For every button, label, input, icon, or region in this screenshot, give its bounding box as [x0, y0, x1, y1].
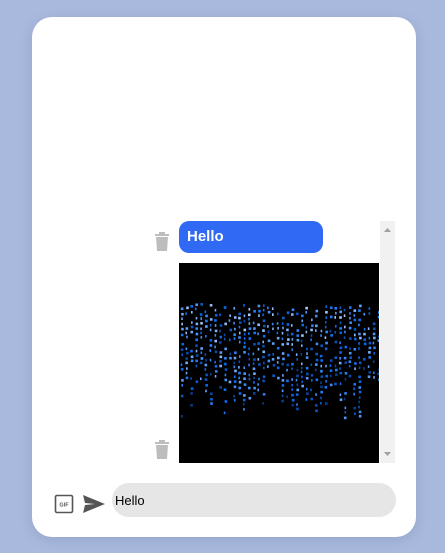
gif-image — [179, 263, 379, 463]
message-text: Hello — [187, 228, 224, 245]
message-list[interactable]: Hello — [147, 221, 396, 463]
trash-icon[interactable] — [154, 232, 170, 252]
message-row — [147, 263, 379, 463]
message-scrollbar[interactable] — [380, 221, 395, 463]
trash-icon[interactable] — [154, 440, 170, 460]
message-bubble: Hello — [179, 221, 323, 253]
gif-button[interactable]: GIF — [54, 494, 74, 514]
chat-window: Hello GIF Hello — [32, 17, 416, 537]
send-button[interactable] — [82, 494, 106, 514]
message-row: Hello — [147, 221, 377, 255]
scroll-up-arrow-icon[interactable] — [380, 223, 395, 238]
send-icon — [83, 495, 105, 513]
message-input[interactable] — [112, 483, 396, 517]
gif-button-label: GIF — [59, 503, 69, 509]
scroll-down-arrow-icon[interactable] — [380, 446, 395, 461]
